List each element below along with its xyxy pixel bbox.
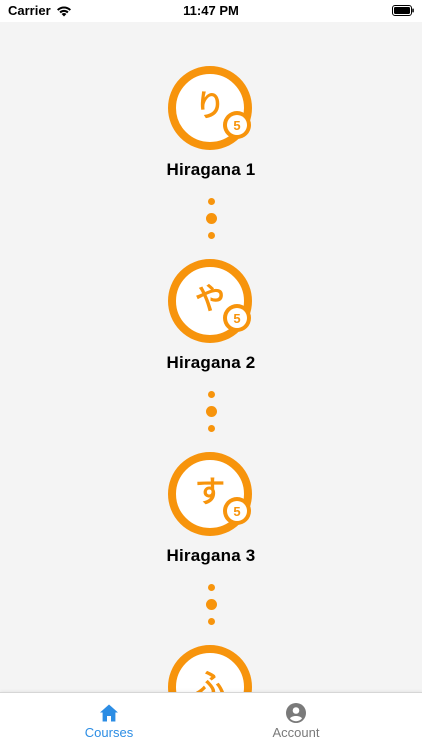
path-dot [205,406,217,417]
battery-icon [392,5,414,16]
lesson-count: 5 [227,115,247,135]
path-connector [201,198,221,248]
lesson-count-badge: 5 [223,111,251,139]
course-kana: ふ [195,668,225,693]
course-badge[interactable]: す 5 [168,452,252,536]
path-dot [207,198,215,205]
course-path: り 5 Hiragana 1 や 5 Hiragana 2 す 5 Hiraga… [0,22,422,692]
home-icon [100,704,118,722]
course-title: Hiragana 3 [166,546,256,565]
course-node-hiragana-3[interactable]: す 5 Hiragana 3 [0,452,422,582]
lesson-count: 5 [227,501,247,521]
tab-bar: Courses Account [0,692,422,751]
course-node-hiragana-2[interactable]: や 5 Hiragana 2 [0,259,422,389]
course-badge[interactable]: り 5 [168,66,252,150]
course-ring: ふ [168,645,252,692]
course-kana: や [195,282,225,317]
path-dot [207,618,215,625]
course-badge[interactable]: や 5 [168,259,252,343]
path-dot [205,213,217,224]
path-connector [201,584,221,634]
course-title: Hiragana 1 [166,160,256,179]
course-kana: り [195,89,225,124]
course-node-hiragana-1[interactable]: り 5 Hiragana 1 [0,66,422,196]
path-dot [205,599,217,610]
tab-courses-label: Courses [84,725,134,740]
course-kana: す [195,475,225,510]
account-icon [286,703,306,723]
tab-account-label: Account [272,725,320,740]
path-dot [207,391,215,398]
lesson-count: 5 [227,308,247,328]
lesson-count-badge: 5 [223,304,251,332]
lesson-count-badge: 5 [223,497,251,525]
path-dot [207,425,215,432]
status-time: 11:47 PM [183,3,239,18]
course-title: Hiragana 2 [166,353,256,372]
path-dot [207,584,215,591]
course-badge[interactable]: ふ [168,645,252,692]
status-bar: Carrier 11:47 PM [0,0,422,22]
path-dot [207,232,215,239]
path-connector [201,391,221,441]
tab-account[interactable]: Account [191,693,401,751]
course-node-partial[interactable]: ふ [0,645,422,692]
